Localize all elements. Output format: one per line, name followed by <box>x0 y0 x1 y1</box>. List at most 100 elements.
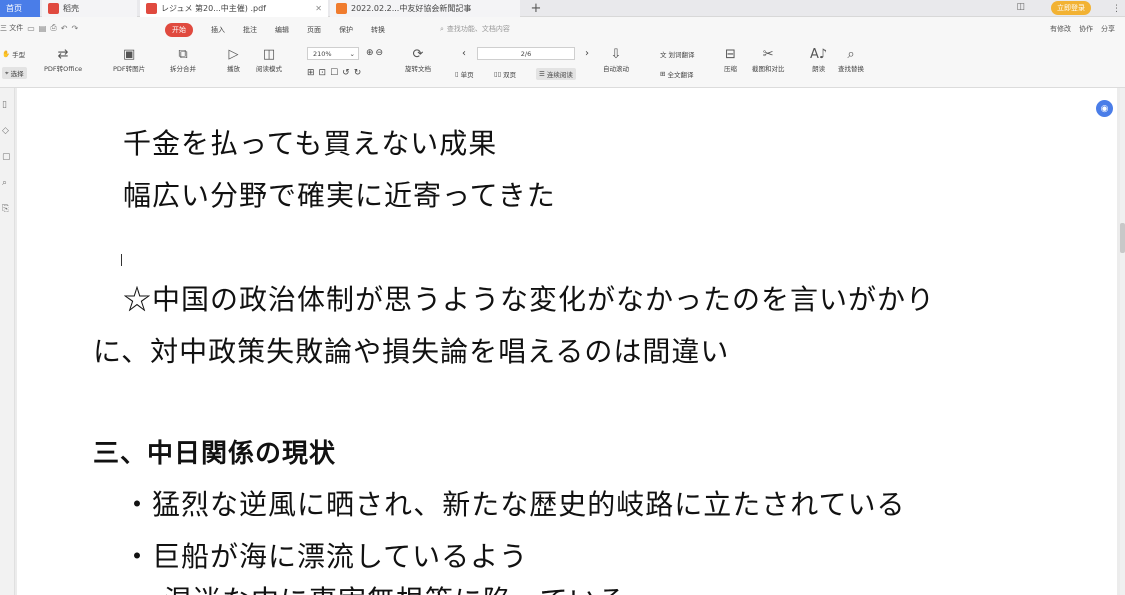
fit-page-icon[interactable]: ⊡ <box>319 68 327 78</box>
search-placeholder: 查找功能、文档内容 <box>446 25 510 33</box>
continuous-read-button[interactable]: ☰ 连续阅读 <box>536 68 576 80</box>
page-number: 2/6 <box>520 49 532 58</box>
read-aloud-button[interactable]: A♪ 朗读 <box>810 46 827 73</box>
tab-active-document[interactable]: レジュメ 第20...中主催) .pdf ✕ <box>140 0 328 17</box>
double-page-button[interactable]: ▯▯ 双页 <box>494 69 516 79</box>
open-icon[interactable]: ▭ <box>27 24 35 33</box>
fit-width-icon[interactable]: ⊞ <box>307 68 315 78</box>
zoom-select[interactable]: 210% ⌄ <box>307 47 359 60</box>
pdf-page: 千金を払っても買えない成果 幅広い分野で確実に近寄ってきた ☆中国の政治体制が思… <box>17 88 1117 595</box>
tab-insert[interactable]: 插入 <box>211 25 225 35</box>
undo-icon[interactable]: ↶ <box>61 24 68 33</box>
double-page-label: 双页 <box>503 71 517 79</box>
tab-edit[interactable]: 编辑 <box>275 25 289 35</box>
pdf-to-image-button[interactable]: ▣ PDF转图片 <box>113 46 145 73</box>
full-translate-label: 全文翻译 <box>667 71 694 79</box>
zoom-out-icon[interactable]: ⊖ <box>376 48 384 58</box>
single-page-icon: ▯ <box>455 70 459 78</box>
modify-status[interactable]: 有修改 <box>1050 24 1071 34</box>
tab-start[interactable]: 开始 <box>165 23 193 37</box>
book-icon: ◫ <box>262 47 276 62</box>
screenshot-compare-label: 截图和对比 <box>752 65 785 73</box>
screenshot-compare-button[interactable]: ✂ 截图和对比 <box>752 46 785 73</box>
single-page-button[interactable]: ▯ 单页 <box>455 69 474 79</box>
select-tool[interactable]: ⌖ 选择 <box>2 67 27 79</box>
split-merge-button[interactable]: ⧉ 拆分合并 <box>170 46 196 73</box>
read-mode-label: 阅读模式 <box>256 65 282 73</box>
scrollbar-thumb[interactable] <box>1120 223 1125 253</box>
pdf-to-office-button[interactable]: ⇄ PDF转Office <box>44 46 82 73</box>
play-icon: ▷ <box>228 47 239 62</box>
continuous-icon: ☰ <box>539 70 545 78</box>
cursor-icon: ⌖ <box>5 68 9 77</box>
attachment-icon[interactable]: ⎘ <box>2 204 9 214</box>
menu-right: 有修改 协作 分享 <box>1050 24 1115 34</box>
doc-line: ☆中国の政治体制が思うような変化がなかったのを言いがかり <box>123 283 936 316</box>
tab-annotate[interactable]: 批注 <box>243 25 257 35</box>
actual-size-icon[interactable]: ☐ <box>330 68 338 78</box>
read-aloud-label: 朗读 <box>812 65 826 73</box>
next-page-button[interactable]: › <box>585 48 589 59</box>
tab-convert[interactable]: 转换 <box>371 25 385 35</box>
rotate-document-button[interactable]: ⟳ 旋转文档 <box>405 46 431 73</box>
window-layout-icon[interactable]: ◫ <box>1016 2 1025 12</box>
login-button[interactable]: 立即登录 <box>1051 1 1091 15</box>
collaborate-button[interactable]: 协作 <box>1079 24 1093 34</box>
play-button[interactable]: ▷ 播放 <box>227 46 240 73</box>
tab-second-document[interactable]: 2022.02.2...中友好協会新聞記事 <box>330 0 520 17</box>
bookmark-icon[interactable]: ◇ <box>2 126 9 136</box>
tab-home[interactable]: 首页 <box>0 0 40 17</box>
auto-scroll-button[interactable]: ⇩ 自动滚动 <box>603 46 629 73</box>
save-icon[interactable]: ▤ <box>39 24 47 33</box>
pdf-convert-icon: ⇄ <box>57 47 69 62</box>
prev-page-button[interactable]: ‹ <box>462 48 466 59</box>
translate-icon: 文 <box>660 51 667 59</box>
translate-selection-label: 划词翻译 <box>668 51 695 59</box>
print-icon[interactable]: ⎙ <box>50 23 56 33</box>
close-icon[interactable]: ✕ <box>315 4 322 13</box>
vertical-scrollbar[interactable] <box>1120 88 1125 595</box>
rotate-icon: ⟳ <box>412 47 424 62</box>
tab-page[interactable]: 页面 <box>307 25 321 35</box>
continuous-label: 连续阅读 <box>546 71 573 79</box>
page-number-input[interactable]: 2/6 <box>477 47 575 60</box>
file-menu[interactable]: 三 文件 <box>0 23 23 33</box>
double-page-icon: ▯▯ <box>494 70 502 78</box>
hand-label: 手型 <box>12 51 26 59</box>
quick-access: 三 文件 ▭ ▤ ⎙ ↶ ↷ <box>0 23 78 33</box>
split-merge-label: 拆分合并 <box>170 65 196 73</box>
doc-line: に、対中政策失敗論や損失論を唱えるのは間違い <box>93 335 730 368</box>
tab-bar: 首页 稻壳 レジュメ 第20...中主催) .pdf ✕ 2022.02.2..… <box>0 0 1125 17</box>
new-tab-button[interactable]: + <box>528 0 544 17</box>
zoom-in-icon[interactable]: ⊕ <box>366 48 374 58</box>
ribbon-toolbar: ✋ 手型 ⌖ 选择 ⇄ PDF转Office ▣ PDF转图片 ⧉ 拆分合并 ▷ 播放 ◫ 阅… <box>0 43 1125 88</box>
chevron-down-icon: ⌄ <box>349 49 355 58</box>
tab-protect[interactable]: 保护 <box>339 25 353 35</box>
search-side-icon[interactable]: ⌕ <box>2 178 7 188</box>
compress-button[interactable]: ⊟ 压缩 <box>724 46 737 73</box>
search-input[interactable]: ⌕ 查找功能、文档内容 <box>440 24 510 34</box>
bullet-item-partial-text: ・混迷な中に事実無根等に陥っている <box>135 585 627 595</box>
more-icon[interactable]: ⋮ <box>1112 4 1121 14</box>
redo-icon[interactable]: ↷ <box>71 24 78 33</box>
share-button[interactable]: 分享 <box>1101 24 1115 34</box>
tab-home-label: 首页 <box>6 4 22 13</box>
thumbnail-icon[interactable]: ▯ <box>2 100 7 110</box>
rotate-left-icon[interactable]: ↺ <box>342 68 350 78</box>
full-translate-button[interactable]: ⊞ 全文翻译 <box>660 69 693 79</box>
assistant-floating-button[interactable]: ◉ <box>1096 100 1113 117</box>
tab-daoke[interactable]: 稻壳 <box>42 0 137 17</box>
pdf-icon <box>336 3 347 14</box>
tab-daoke-label: 稻壳 <box>63 4 79 13</box>
image-icon: ▣ <box>122 47 136 62</box>
read-mode-button[interactable]: ◫ 阅读模式 <box>256 46 282 73</box>
rotate-right-icon[interactable]: ↻ <box>354 68 362 78</box>
comment-icon[interactable]: ▢ <box>2 152 11 162</box>
login-label: 立即登录 <box>1057 4 1085 12</box>
bullet-item: ・猛烈な逆風に晒され、新たな歴史的岐路に立たされている <box>123 488 906 521</box>
tab-second-document-label: 2022.02.2...中友好協会新聞記事 <box>351 4 472 13</box>
translate-selection-button[interactable]: 文划词翻译 <box>660 49 695 59</box>
find-replace-button[interactable]: ⌕ 查找替换 <box>838 46 864 73</box>
hand-tool[interactable]: ✋ 手型 <box>2 49 25 59</box>
menu-bar: 三 文件 ▭ ▤ ⎙ ↶ ↷ 开始 插入 批注 编辑 页面 保护 转换 ⌕ 查找… <box>0 17 1125 43</box>
